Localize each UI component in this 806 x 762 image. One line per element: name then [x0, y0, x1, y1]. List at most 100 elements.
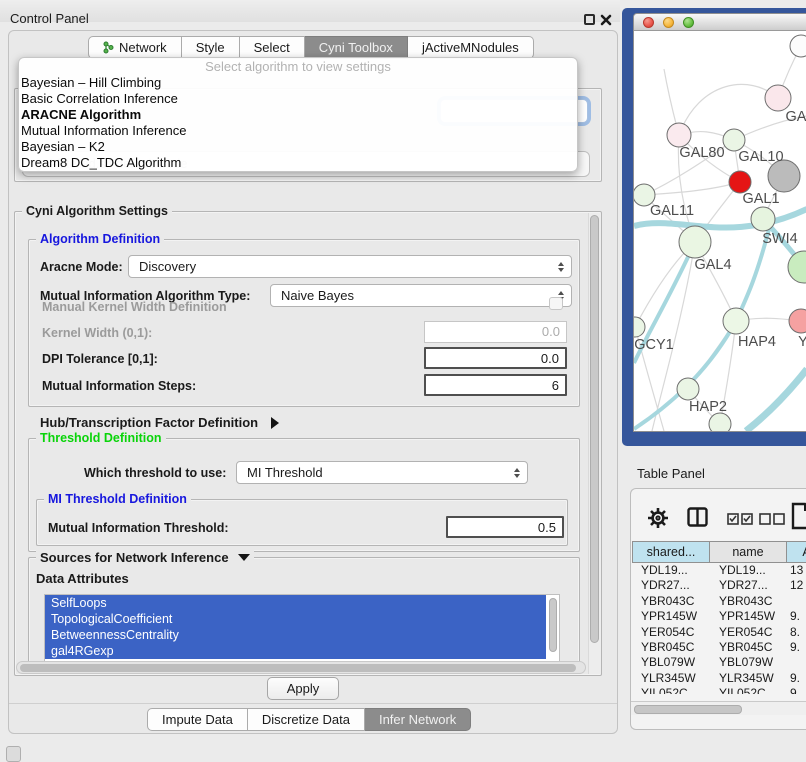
aracne-mode-combo[interactable]: Discovery: [128, 255, 572, 278]
network-node-gal80[interactable]: [667, 123, 691, 147]
table-cell[interactable]: YER054C: [710, 625, 787, 640]
table-row[interactable]: YBR043CYBR043C: [632, 594, 806, 609]
network-node-gcy1[interactable]: [634, 317, 645, 337]
algorithm-option[interactable]: ARACNE Algorithm: [19, 107, 577, 123]
algorithm-option[interactable]: Bayesian – Hill Climbing: [19, 75, 577, 91]
list-scrollbar[interactable]: [549, 598, 557, 652]
network-node-gal[interactable]: [765, 85, 791, 111]
table-row[interactable]: YDL19...YDL19...13: [632, 563, 806, 578]
float-window-icon[interactable]: [584, 14, 595, 25]
settings-gear-icon[interactable]: [647, 507, 669, 529]
bottom-tab-impute-data[interactable]: Impute Data: [147, 708, 248, 731]
column-header[interactable]: name: [710, 541, 787, 563]
table-hscroll-thumb[interactable]: [634, 705, 742, 714]
show-columns-icon[interactable]: [727, 513, 753, 525]
tab-jactivemnodules[interactable]: jActiveMNodules: [408, 36, 534, 59]
attribute-item[interactable]: gal4RGexp: [45, 643, 546, 659]
split-view-icon[interactable]: [687, 507, 708, 527]
table-cell[interactable]: YDL19...: [632, 563, 710, 578]
minimized-panel-icon[interactable]: [6, 746, 21, 762]
table-row[interactable]: YLR345WYLR345W9.: [632, 671, 806, 686]
table-cell[interactable]: YIL052C: [632, 686, 710, 694]
column-header[interactable]: shared...: [632, 541, 710, 563]
sources-toggle[interactable]: Sources for Network Inference: [36, 550, 254, 565]
hub-definition-toggle[interactable]: Hub/Transcription Factor Definition: [40, 415, 280, 430]
table-row[interactable]: YIL052CYIL052C9.: [632, 686, 806, 694]
table-cell[interactable]: YBR045C: [632, 640, 710, 655]
tab-network[interactable]: Network: [88, 36, 182, 59]
table-cell[interactable]: 8.: [787, 625, 806, 640]
algorithm-option[interactable]: Bayesian – K2: [19, 139, 577, 155]
table-hscroll-track[interactable]: [631, 701, 806, 715]
network-node-gal10[interactable]: [723, 129, 745, 151]
apply-button[interactable]: Apply: [267, 677, 339, 700]
network-node[interactable]: [790, 35, 806, 57]
table-row[interactable]: YBR045CYBR045C9.: [632, 640, 806, 655]
table-cell[interactable]: [787, 655, 806, 670]
network-window-titlebar[interactable]: [634, 14, 806, 31]
table-cell[interactable]: YDL19...: [710, 563, 787, 578]
bottom-tab-infer-network[interactable]: Infer Network: [365, 708, 471, 731]
hide-columns-icon[interactable]: [759, 513, 785, 525]
zoom-traffic-light-icon[interactable]: [683, 17, 694, 28]
network-node[interactable]: [709, 413, 731, 432]
table-cell[interactable]: YBR045C: [710, 640, 787, 655]
dpi-tolerance-field[interactable]: 0.0: [424, 347, 567, 369]
network-edge[interactable]: [644, 182, 740, 195]
algorithm-option[interactable]: Basic Correlation Inference: [19, 91, 577, 107]
table-cell[interactable]: 12: [787, 578, 806, 593]
kernel-width-field[interactable]: 0.0: [424, 321, 567, 343]
network-node-y[interactable]: [789, 309, 806, 333]
settings-hscroll-thumb[interactable]: [20, 664, 576, 672]
table-row[interactable]: YDR27...YDR27...12: [632, 578, 806, 593]
table-cell[interactable]: 9.: [787, 640, 806, 655]
bottom-tab-discretize-data[interactable]: Discretize Data: [248, 708, 365, 731]
table-cell[interactable]: 13: [787, 563, 806, 578]
column-header[interactable]: A: [787, 541, 806, 563]
tab-select[interactable]: Select: [240, 36, 305, 59]
table-row[interactable]: YPR145WYPR145W9.: [632, 609, 806, 624]
table-cell[interactable]: 9.: [787, 609, 806, 624]
network-node[interactable]: [788, 251, 806, 283]
close-traffic-light-icon[interactable]: [643, 17, 654, 28]
network-canvas[interactable]: GALGAL80GAL10GAL1GAL11SWI4GAL4HAP4YGCY1H…: [634, 31, 806, 432]
table-cell[interactable]: YBR043C: [710, 594, 787, 609]
network-node-hap4[interactable]: [723, 308, 749, 334]
tab-style[interactable]: Style: [182, 36, 240, 59]
table-cell[interactable]: YER054C: [632, 625, 710, 640]
attribute-item[interactable]: TopologicalCoefficient: [45, 611, 546, 627]
network-edge-highlighted[interactable]: [746, 369, 806, 431]
table-cell[interactable]: YBL079W: [710, 655, 787, 670]
mi-steps-field[interactable]: 6: [424, 374, 567, 396]
table-row[interactable]: YBL079WYBL079W: [632, 655, 806, 670]
table-cell[interactable]: 9.: [787, 671, 806, 686]
which-threshold-combo[interactable]: MI Threshold: [236, 461, 528, 484]
table-cell[interactable]: YIL052C: [710, 686, 787, 694]
table-cell[interactable]: YLR345W: [632, 671, 710, 686]
table-cell[interactable]: YPR145W: [632, 609, 710, 624]
tab-cyni-toolbox[interactable]: Cyni Toolbox: [305, 36, 408, 59]
table-cell[interactable]: YBR043C: [632, 594, 710, 609]
close-icon[interactable]: [600, 14, 612, 26]
table-cell[interactable]: [787, 594, 806, 609]
table-row[interactable]: YER054CYER054C8.: [632, 625, 806, 640]
mi-threshold-field[interactable]: 0.5: [446, 516, 564, 538]
network-node-swi4[interactable]: [751, 207, 775, 231]
settings-vscroll-thumb[interactable]: [590, 215, 599, 643]
new-table-icon[interactable]: [791, 502, 806, 530]
table-cell[interactable]: YBL079W: [632, 655, 710, 670]
minimize-traffic-light-icon[interactable]: [663, 17, 674, 28]
attribute-item[interactable]: BetweennessCentrality: [45, 627, 546, 643]
mi-type-combo[interactable]: Naive Bayes: [270, 284, 572, 307]
manual-kernel-checkbox[interactable]: [549, 297, 563, 310]
table-cell[interactable]: YPR145W: [710, 609, 787, 624]
table-cell[interactable]: YDR27...: [710, 578, 787, 593]
network-node-gal4[interactable]: [679, 226, 711, 258]
network-node-gal1[interactable]: [729, 171, 751, 193]
table-cell[interactable]: YDR27...: [632, 578, 710, 593]
network-node-hap2[interactable]: [677, 378, 699, 400]
attribute-item[interactable]: SelfLoops: [45, 595, 546, 611]
table-cell[interactable]: 9.: [787, 686, 806, 694]
algorithm-option[interactable]: Mutual Information Inference: [19, 123, 577, 139]
table-cell[interactable]: YLR345W: [710, 671, 787, 686]
